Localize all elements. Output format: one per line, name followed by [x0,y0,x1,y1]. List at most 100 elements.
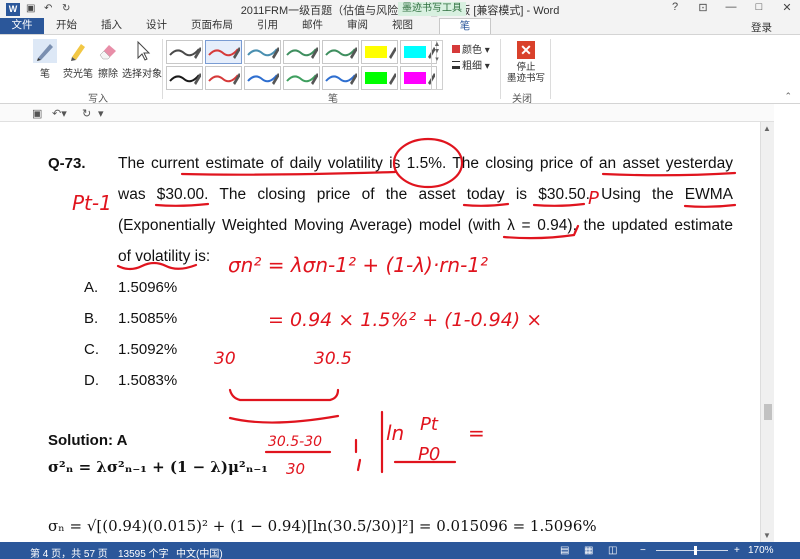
redo-icon[interactable]: ↻ [82,107,91,120]
ink-underline [502,224,580,240]
ink-underline [683,203,737,208]
close-icon: ✕ [517,41,535,59]
zoom-out-button[interactable]: − [640,545,646,556]
login-link[interactable]: 登录 [751,20,772,35]
ribbon-divider [162,39,163,99]
ink-number-30: 30 [214,349,236,369]
write-group-label: 写入 [88,94,108,105]
pen-icon [33,39,57,63]
stop-inking-button[interactable]: ✕ 停止 墨迹书写 [506,41,546,84]
scroll-thumb[interactable] [764,404,772,420]
ink-sigma-equation: σn² = λσn-1² + (1-λ)·rn-1² [228,253,488,277]
pen-swatch[interactable] [166,66,203,90]
ink-fraction-bottom: 30 [286,460,305,478]
customize-qat-icon[interactable]: ▾ [98,107,104,120]
web-layout-icon[interactable]: ◫ [608,545,617,556]
ribbon-display-button[interactable]: ⊡ [694,1,712,14]
pen-stroke-icon [247,47,279,59]
eraser-icon [99,45,116,60]
tab-design[interactable]: 设计 [134,18,179,34]
ink-ln-bottom: P0 [418,444,440,465]
pen-stroke-icon [325,73,357,85]
thickness-button[interactable]: 粗细 ▾ [452,57,490,72]
page-count[interactable]: 第 4 页，共 57 页 [30,545,108,559]
zoom-slider-thumb[interactable] [694,546,697,555]
color-button[interactable]: 颜色 ▾ [452,41,490,56]
gallery-scroll[interactable]: ▲ ▼ ▾ [431,40,443,90]
quick-access-toolbar: ▣ ↶▾ ↻ ▾ [0,104,800,122]
select-objects-button[interactable]: 选择对象 [122,39,162,80]
ink-fraction-top: 30.5-30 [268,434,322,450]
ribbon-divider [550,39,551,99]
ribbon-tabs: 文件 开始 插入 设计 页面布局 引用 邮件 审阅 视图 笔 登录 [0,18,800,34]
tab-view[interactable]: 视图 [380,18,425,34]
pen-swatch[interactable] [322,40,359,64]
pen-swatch[interactable] [244,40,281,64]
ink-underline [116,261,198,271]
tab-file[interactable]: 文件 [0,18,44,34]
pen-stroke-icon [169,73,201,85]
tab-mailings[interactable]: 邮件 [290,18,335,34]
print-layout-icon[interactable]: ▦ [584,545,593,556]
minimize-button[interactable]: — [722,1,740,14]
contextual-tab-group: 墨迹书写工具 [398,2,466,16]
language[interactable]: 中文(中国) [176,545,223,559]
tab-insert[interactable]: 插入 [89,18,134,34]
help-button[interactable]: ? [666,1,684,14]
read-mode-icon[interactable]: ▤ [560,545,569,556]
pen-stroke-icon [365,72,396,85]
document-page[interactable]: Q-73. The current estimate of daily vola… [0,122,760,542]
save-icon[interactable]: ▣ [32,107,42,120]
ribbon: 笔 荧光笔 擦除 选择对象 写入 ▲ ▼ ▾ 颜色 ▾ 粗细 ▾ 笔 ✕ 停止 墨迹… [0,34,800,105]
ink-underline [180,170,397,176]
zoom-level[interactable]: 170% [748,545,774,556]
pen-button[interactable]: 笔 [30,39,60,80]
tab-references[interactable]: 引用 [245,18,290,34]
pens-group-label: 笔 [328,94,338,105]
close-button[interactable]: ✕ [778,1,796,14]
zoom-slider[interactable] [656,550,728,551]
pen-swatch[interactable] [205,66,242,90]
window-controls: ? ⊡ — □ ✕ [666,1,796,14]
collapse-ribbon-icon[interactable]: ⌃ [784,91,792,102]
pen-stroke-icon [208,47,240,59]
ink-brace [228,388,340,402]
word-window: W ▣ ↶ ↻ 2011FRM一级百题（估值与风险模型）_授课版 [兼容模式] … [0,0,800,559]
pen-swatch[interactable] [205,40,242,64]
pen-swatch[interactable] [361,40,398,64]
word-count[interactable]: 13595 个字 [118,545,169,559]
pen-swatch[interactable] [361,66,398,90]
highlighter-button[interactable]: 荧光笔 [61,39,95,80]
ink-underline [462,202,510,207]
scroll-up-icon[interactable]: ▲ [763,124,771,133]
pen-swatch[interactable] [283,66,320,90]
pen-swatch[interactable] [283,40,320,64]
zoom-in-button[interactable]: + [734,545,740,556]
scroll-down-icon[interactable]: ▼ [763,531,771,540]
maximize-button[interactable]: □ [750,1,768,14]
tab-home[interactable]: 开始 [44,18,89,34]
status-bar: 第 4 页，共 57 页 13595 个字 中文(中国) ▤ ▦ ◫ − + 1… [0,542,800,559]
tab-layout[interactable]: 页面布局 [179,18,245,34]
ink-underline [532,202,586,207]
pen-swatch[interactable] [244,66,281,90]
pen-stroke-icon [365,46,396,59]
ink-stroke [356,458,362,472]
ink-p-left: Pt-1 [72,191,112,215]
select-arrow-icon [137,40,151,61]
eraser-button[interactable]: 擦除 [93,39,123,80]
pen-swatch[interactable] [322,66,359,90]
ink-ln: ln [386,421,404,445]
pen-stroke-icon [169,47,201,59]
close-group-label: 关闭 [512,94,532,105]
ink-circle [392,137,464,189]
pen-stroke-icon [286,47,318,59]
ink-sigma-substitution: = 0.94 × 1.5%² + (1-0.94) × [268,309,542,331]
thickness-icon [452,61,460,69]
pen-swatch[interactable] [166,40,203,64]
tab-review[interactable]: 审阅 [335,18,380,34]
undo-icon[interactable]: ↶▾ [52,107,67,120]
tab-pen[interactable]: 笔 [439,18,491,34]
vertical-scrollbar[interactable]: ▲ ▼ [760,122,774,542]
pen-stroke-icon [286,73,318,85]
